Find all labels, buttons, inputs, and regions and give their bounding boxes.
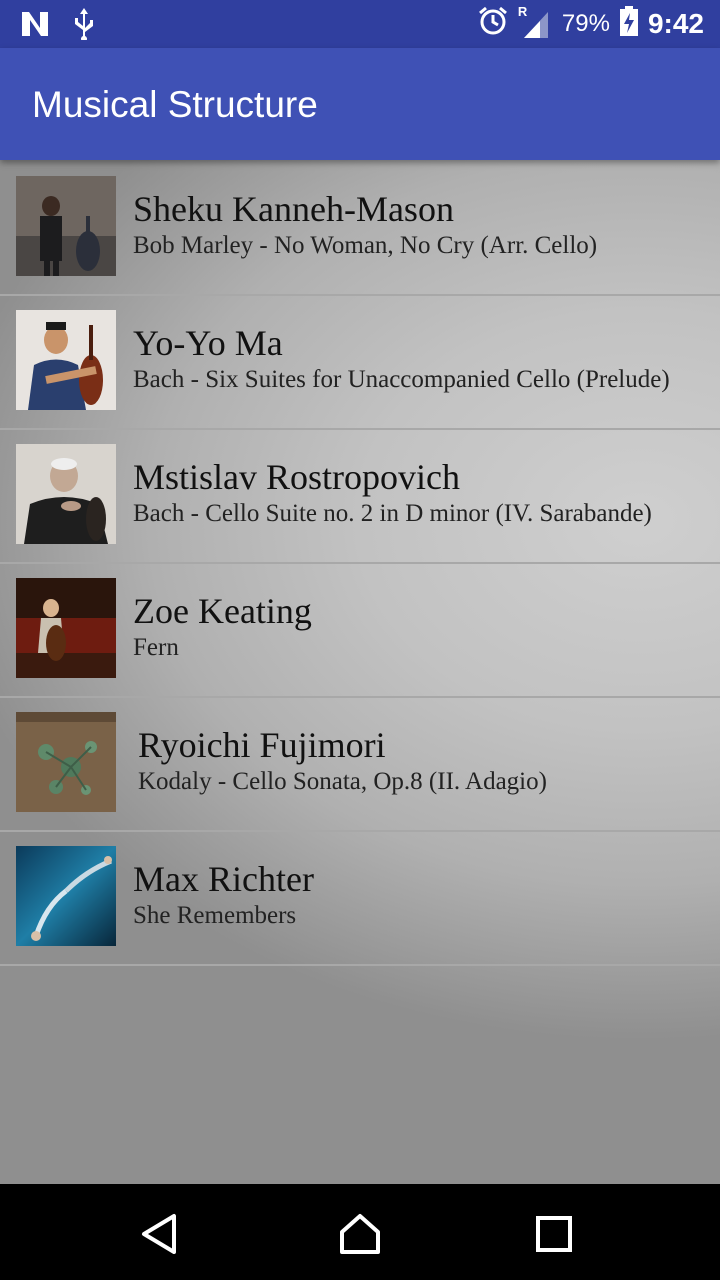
piece-title: Fern [133,634,179,661]
artist-name: Yo-Yo Ma [133,323,283,363]
album-art [16,578,116,678]
album-art [16,712,116,812]
artist-name: Ryoichi Fujimori [138,725,386,765]
battery-percent: 79% [561,9,610,37]
artist-name: Sheku Kanneh-Mason [133,189,454,229]
track-item[interactable]: Yo-Yo Ma Bach - Six Suites for Unaccompa… [0,294,720,430]
n-notification-icon [20,10,50,43]
battery-charging-icon [619,6,638,41]
app-bar: Musical Structure [0,48,720,160]
back-icon[interactable] [138,1212,182,1256]
album-art [16,846,116,946]
status-bar: R 79% 9:42 [0,0,720,48]
alarm-icon [478,6,508,41]
clock: 9:42 [647,7,704,39]
piece-title: Bob Marley - No Woman, No Cry (Arr. Cell… [133,232,598,259]
track-item[interactable]: Zoe Keating Fern [0,562,720,698]
artist-name: Mstislav Rostropovich [133,457,461,497]
usb-icon [72,8,96,45]
album-art [16,444,116,544]
signal-icon: R [518,4,552,40]
track-item[interactable]: Ryoichi Fujimori Kodaly - Cello Sonata, … [0,696,720,832]
track-item[interactable]: Sheku Kanneh-Mason Bob Marley - No Woman… [0,160,720,296]
track-item[interactable]: Mstislav Rostropovich Bach - Cello Suite… [0,428,720,564]
artist-name: Max Richter [133,859,314,899]
track-list: Sheku Kanneh-Mason Bob Marley - No Woman… [0,160,720,1184]
piece-title: She Remembers [133,902,297,929]
navigation-bar [0,1184,720,1280]
album-art [16,310,116,410]
app-title: Musical Structure [32,84,318,125]
track-item[interactable]: Max Richter She Remembers [0,830,720,966]
piece-title: Bach - Six Suites for Unaccompanied Cell… [133,366,670,393]
recents-icon[interactable] [532,1212,576,1256]
piece-title: Bach - Cello Suite no. 2 in D minor (IV.… [133,500,652,527]
home-icon[interactable] [338,1212,382,1256]
piece-title: Kodaly - Cello Sonata, Op.8 (II. Adagio) [138,768,547,795]
album-art [16,176,116,276]
artist-name: Zoe Keating [133,591,312,631]
